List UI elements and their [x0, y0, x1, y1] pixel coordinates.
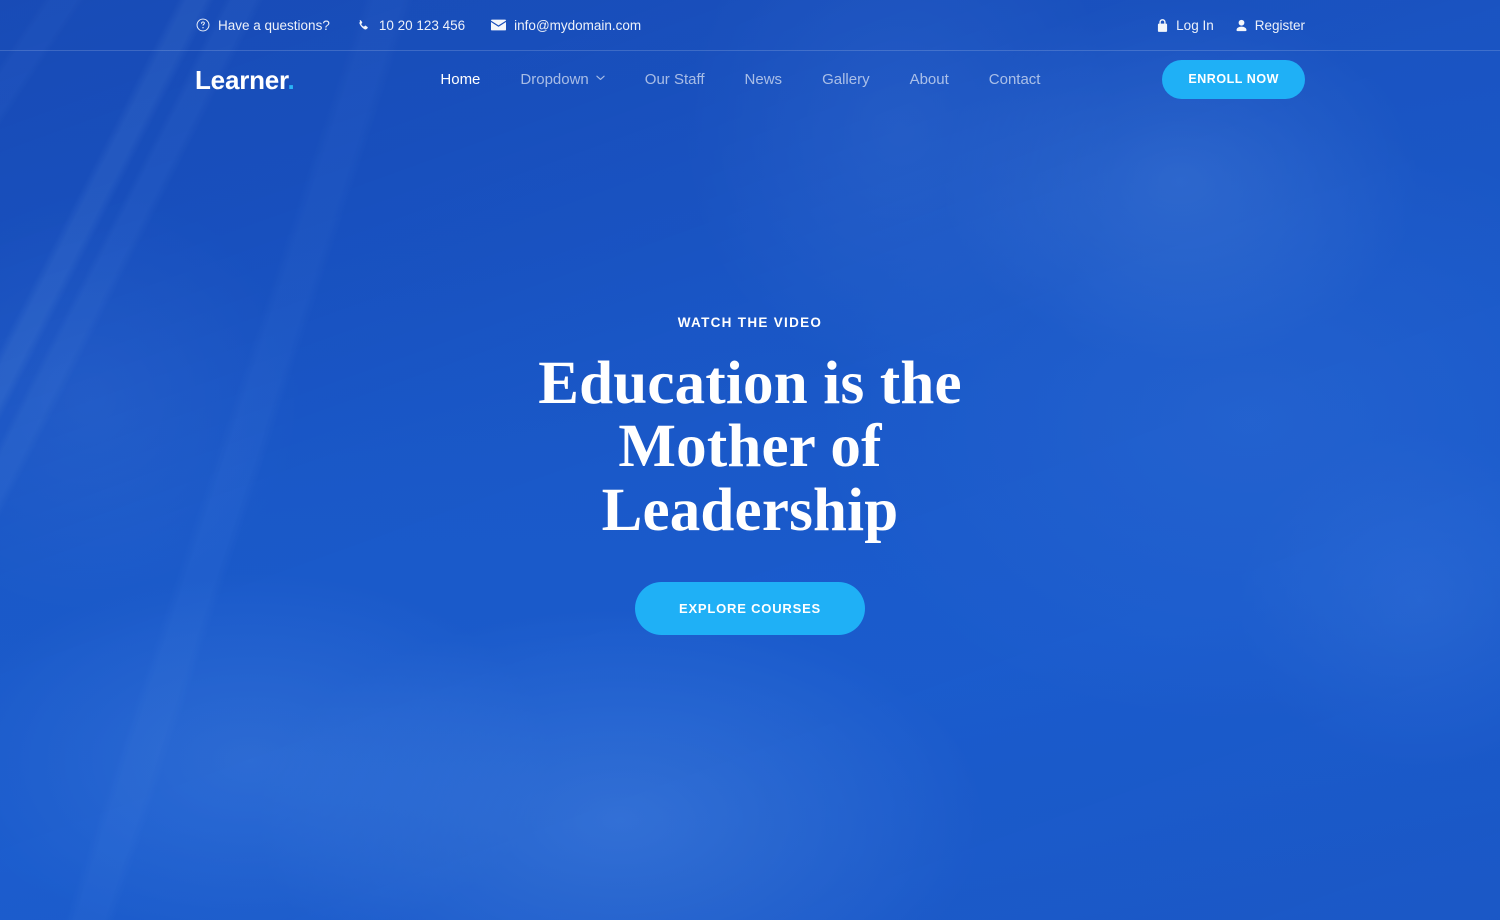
brand-name: Learner	[195, 64, 288, 95]
question-circle-icon	[195, 18, 210, 33]
enroll-now-button[interactable]: ENROLL NOW	[1162, 60, 1305, 99]
login-link[interactable]: Log In	[1155, 18, 1214, 33]
nav-item-news-label: News	[744, 71, 783, 88]
topbar-auth-group: Log In Register	[1155, 18, 1305, 33]
lock-icon	[1155, 18, 1170, 33]
nav-item-our-staff-label: Our Staff	[644, 71, 705, 88]
login-label: Log In	[1176, 17, 1214, 33]
nav-item-news[interactable]: News	[725, 63, 803, 96]
register-link[interactable]: Register	[1234, 18, 1305, 33]
nav-item-our-staff[interactable]: Our Staff	[625, 63, 725, 96]
phone-icon	[356, 18, 371, 33]
hero-content: WATCH THE VIDEO Education is the Mother …	[0, 0, 1500, 920]
nav-links: Home Dropdown Our Staff News Gallery Abo…	[319, 63, 1163, 96]
main-navigation-bar: Learner. Home Dropdown Our Staff News Ga…	[0, 51, 1500, 108]
topbar-have-questions: Have a questions?	[195, 18, 330, 33]
nav-item-gallery[interactable]: Gallery	[802, 63, 890, 96]
topbar-email-label: info@mydomain.com	[514, 17, 642, 33]
hero-headline-line-3: Leadership	[601, 476, 899, 544]
chevron-down-icon	[596, 75, 605, 84]
topbar-email[interactable]: info@mydomain.com	[491, 18, 641, 33]
nav-item-contact[interactable]: Contact	[969, 63, 1061, 96]
nav-item-home[interactable]: Home	[420, 63, 500, 96]
hero-section: Have a questions? 10 20 123 456 info@myd…	[0, 0, 1500, 920]
topbar-have-questions-label: Have a questions?	[218, 17, 330, 33]
register-label: Register	[1254, 17, 1305, 33]
brand-dot: .	[287, 64, 295, 95]
brand-logo[interactable]: Learner.	[195, 67, 295, 93]
topbar-phone-label: 10 20 123 456	[378, 17, 466, 33]
nav-item-dropdown-label: Dropdown	[520, 71, 589, 88]
topbar-contact-group: Have a questions? 10 20 123 456 info@myd…	[195, 18, 1155, 33]
nav-item-contact-label: Contact	[988, 71, 1041, 88]
nav-item-gallery-label: Gallery	[822, 71, 870, 88]
user-icon	[1234, 18, 1249, 33]
nav-item-dropdown[interactable]: Dropdown	[500, 63, 624, 96]
nav-item-about[interactable]: About	[890, 63, 969, 96]
hero-headline: Education is the Mother of Leadership	[538, 349, 962, 544]
nav-item-home-label: Home	[440, 71, 481, 88]
topbar-phone[interactable]: 10 20 123 456	[356, 18, 465, 33]
hero-headline-line-2: Mother of	[618, 413, 882, 481]
top-utility-bar: Have a questions? 10 20 123 456 info@myd…	[0, 0, 1500, 51]
watch-the-video-label[interactable]: WATCH THE VIDEO	[678, 315, 823, 330]
nav-item-about-label: About	[909, 71, 949, 88]
explore-courses-button[interactable]: EXPLORE COURSES	[634, 582, 866, 636]
hero-headline-line-1: Education is the	[538, 349, 962, 417]
envelope-icon	[491, 18, 507, 33]
